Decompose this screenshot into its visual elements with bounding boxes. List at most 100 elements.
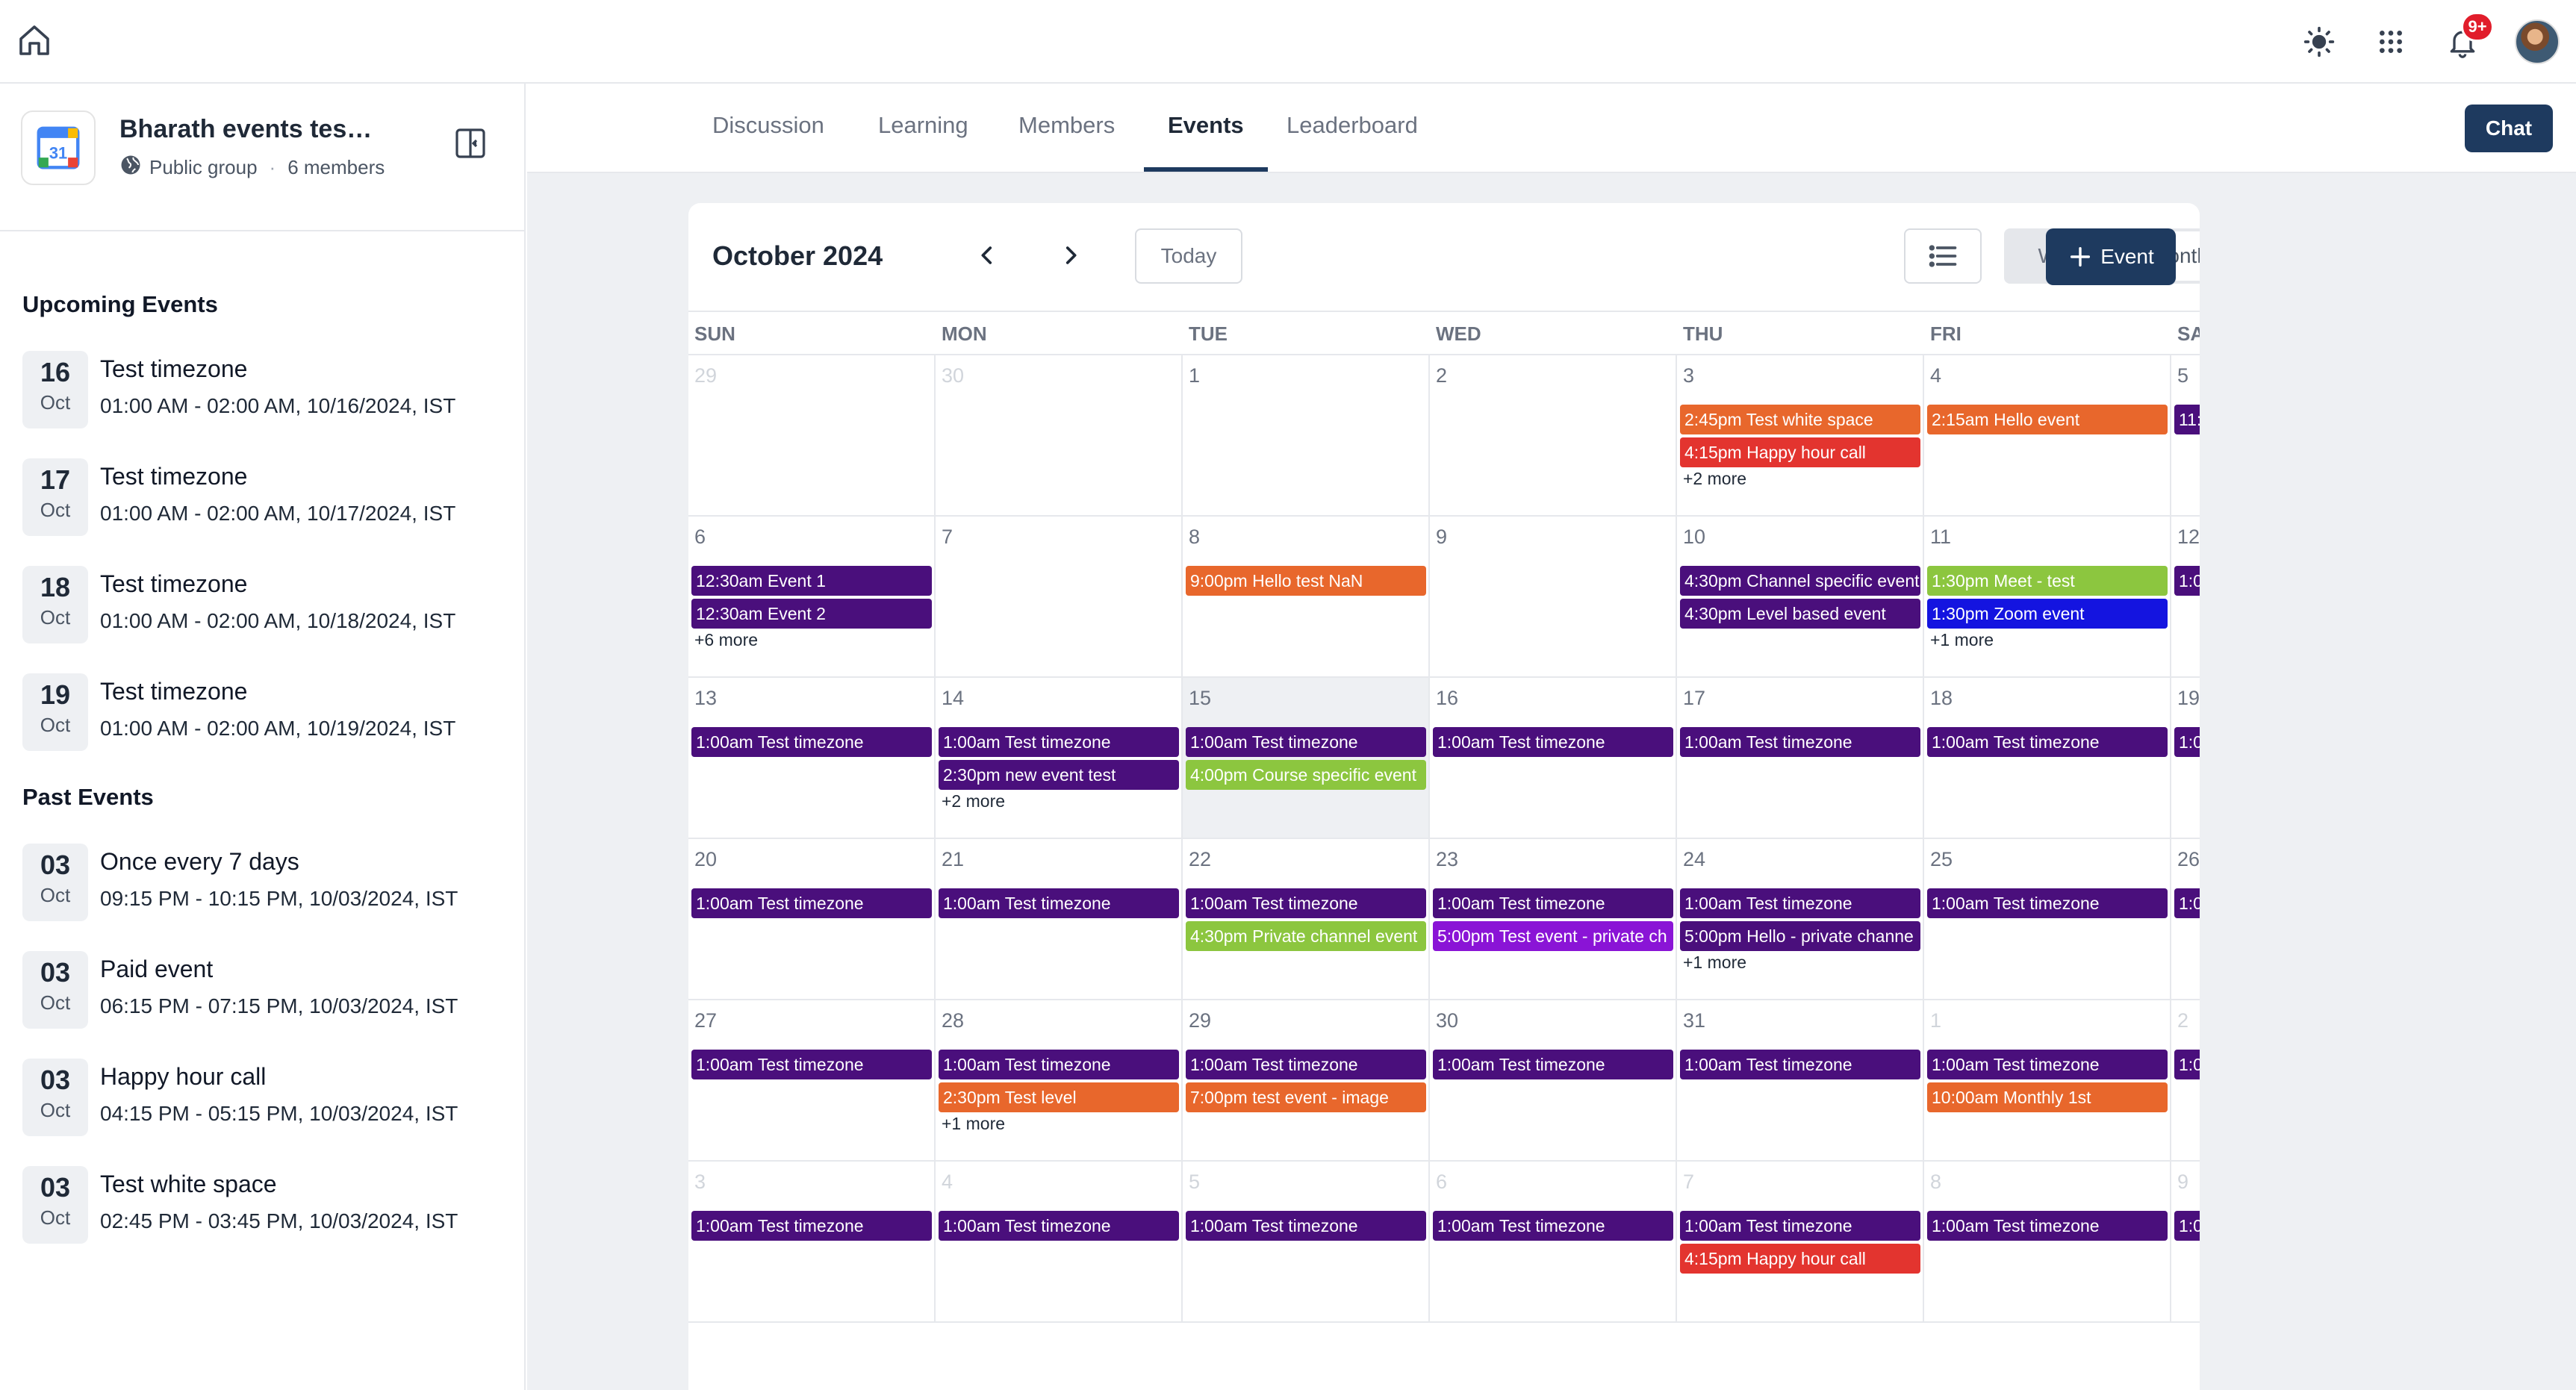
sidebar-event-item[interactable]: 19 Oct Test timezone 01:00 AM - 02:00 AM, 1… <box>22 673 515 755</box>
calendar-day-cell[interactable]: 8 9:00pm Hello test NaN <box>1183 517 1430 678</box>
more-events-link[interactable]: +1 more <box>942 1114 1005 1134</box>
calendar-event-chip[interactable]: 1:00am Test timezone <box>691 1211 932 1241</box>
sidebar-event-item[interactable]: 03 Oct Test white space 02:45 PM - 03:45 PM… <box>22 1166 515 1248</box>
calendar-day-cell[interactable]: 25 1:00am Test timezone <box>1924 839 2171 1000</box>
theme-toggle-sun-icon[interactable] <box>2300 22 2339 61</box>
tab-members[interactable]: Members <box>1018 112 1115 139</box>
calendar-day-cell[interactable]: 23 1:00am Test timezone 5:00pm Test event … <box>1430 839 1677 1000</box>
calendar-event-chip[interactable]: 1:00am Test timezone <box>1433 888 1673 918</box>
calendar-event-chip[interactable]: 1:00am Test timezone <box>939 1211 1179 1241</box>
calendar-event-chip[interactable]: 1:00am Test timezone <box>1186 1050 1426 1079</box>
calendar-event-chip[interactable]: 1:00am Test timezone <box>2174 566 2200 596</box>
calendar-day-cell[interactable]: 20 1:00am Test timezone <box>688 839 936 1000</box>
calendar-day-cell[interactable]: 1 1:00am Test timezone 10:00am Monthly 1st <box>1924 1000 2171 1162</box>
tab-events[interactable]: Events <box>1168 112 1244 139</box>
sidebar-event-item[interactable]: 17 Oct Test timezone 01:00 AM - 02:00 AM, 1… <box>22 458 515 540</box>
calendar-event-chip[interactable]: 4:30pm Private channel event <box>1186 921 1426 951</box>
calendar-event-chip[interactable]: 1:00am Test timezone <box>1680 1050 1920 1079</box>
calendar-day-cell[interactable]: 22 1:00am Test timezone 4:30pm Private cha… <box>1183 839 1430 1000</box>
calendar-day-cell[interactable]: 21 1:00am Test timezone <box>936 839 1183 1000</box>
calendar-event-chip[interactable]: 1:00am Test timezone <box>1186 727 1426 757</box>
tab-discussion[interactable]: Discussion <box>712 112 824 139</box>
calendar-event-chip[interactable]: 12:30am Event 2 <box>691 599 932 629</box>
chat-button[interactable]: Chat <box>2465 105 2553 152</box>
calendar-event-chip[interactable]: 5:00pm Test event - private ch <box>1433 921 1673 951</box>
calendar-event-chip[interactable]: 7:00pm test event - image <box>1186 1082 1426 1112</box>
calendar-day-cell[interactable]: 3 2:45pm Test white space 4:15pm Happy hou… <box>1677 355 1924 517</box>
calendar-event-chip[interactable]: 2:15am Hello event <box>1927 405 2168 434</box>
today-button[interactable]: Today <box>1135 228 1242 284</box>
calendar-day-cell[interactable]: 4 2:15am Hello event <box>1924 355 2171 517</box>
calendar-day-cell[interactable]: 10 4:30pm Channel specific event 4:30pm Le… <box>1677 517 1924 678</box>
calendar-event-chip[interactable]: 2:30pm Test level <box>939 1082 1179 1112</box>
calendar-event-chip[interactable]: 10:00am Monthly 1st <box>1927 1082 2168 1112</box>
sidebar-event-item[interactable]: 18 Oct Test timezone 01:00 AM - 02:00 AM, 1… <box>22 566 515 648</box>
more-events-link[interactable]: +2 more <box>1683 469 1746 489</box>
calendar-event-chip[interactable]: 1:00am Test timezone <box>939 888 1179 918</box>
calendar-event-chip[interactable]: 1:00am Test timezone <box>1433 1050 1673 1079</box>
calendar-event-chip[interactable]: 9:00pm Hello test NaN <box>1186 566 1426 596</box>
calendar-day-cell[interactable]: 9 1:00am Test timezone <box>2171 1162 2200 1323</box>
calendar-event-chip[interactable]: 4:15pm Happy hour call <box>1680 1244 1920 1274</box>
list-view-icon[interactable] <box>1904 228 1982 284</box>
calendar-event-chip[interactable]: 1:00am Test timezone <box>1186 1211 1426 1241</box>
add-event-button[interactable]: Event <box>2046 228 2176 285</box>
calendar-event-chip[interactable]: 1:00am Test timezone <box>2174 1211 2200 1241</box>
notification-bell-icon[interactable]: 9+ <box>2443 12 2494 61</box>
calendar-day-cell[interactable]: 8 1:00am Test timezone <box>1924 1162 2171 1323</box>
calendar-day-cell[interactable]: 12 1:00am Test timezone <box>2171 517 2200 678</box>
calendar-event-chip[interactable]: 1:00am Test timezone <box>1680 1211 1920 1241</box>
calendar-day-cell[interactable]: 1 <box>1183 355 1430 517</box>
calendar-day-cell[interactable]: 5 1:00am Test timezone <box>1183 1162 1430 1323</box>
calendar-day-cell[interactable]: 4 1:00am Test timezone <box>936 1162 1183 1323</box>
calendar-event-chip[interactable]: 1:00am Test timezone <box>1680 727 1920 757</box>
calendar-day-cell[interactable]: 26 1:00am Test timezone <box>2171 839 2200 1000</box>
home-icon[interactable] <box>16 22 52 58</box>
calendar-day-cell[interactable]: 13 1:00am Test timezone <box>688 678 936 839</box>
calendar-event-chip[interactable]: 1:00am Test timezone <box>1927 727 2168 757</box>
sidebar-event-item[interactable]: 03 Oct Once every 7 days 09:15 PM - 10:15 P… <box>22 844 515 926</box>
calendar-day-cell[interactable]: 3 1:00am Test timezone <box>688 1162 936 1323</box>
calendar-event-chip[interactable]: 1:00am Test timezone <box>939 727 1179 757</box>
calendar-event-chip[interactable]: 12:30am Event 1 <box>691 566 932 596</box>
calendar-day-cell[interactable]: 15 1:00am Test timezone 4:00pm Course spec… <box>1183 678 1430 839</box>
calendar-day-cell[interactable]: 6 12:30am Event 1 12:30am Event 2 +6 more <box>688 517 936 678</box>
tab-leaderboard[interactable]: Leaderboard <box>1287 112 1418 139</box>
calendar-event-chip[interactable]: 1:00am Test timezone <box>691 727 932 757</box>
calendar-event-chip[interactable]: 4:30pm Channel specific event <box>1680 566 1920 596</box>
calendar-event-chip[interactable]: 1:00am Test timezone <box>1680 888 1920 918</box>
calendar-day-cell[interactable]: 19 1:00am Test timezone <box>2171 678 2200 839</box>
calendar-day-cell[interactable]: 31 1:00am Test timezone <box>1677 1000 1924 1162</box>
calendar-event-chip[interactable]: 1:00am Test timezone <box>1433 727 1673 757</box>
group-member-count[interactable]: 6 members <box>287 156 385 179</box>
calendar-day-cell[interactable]: 7 <box>936 517 1183 678</box>
calendar-day-cell[interactable]: 28 1:00am Test timezone 2:30pm Test level +… <box>936 1000 1183 1162</box>
calendar-event-chip[interactable]: 2:30pm new event test <box>939 760 1179 790</box>
calendar-event-chip[interactable]: 4:00pm Course specific event <box>1186 760 1426 790</box>
calendar-day-cell[interactable]: 29 <box>688 355 936 517</box>
calendar-event-chip[interactable]: 2:45pm Test white space <box>1680 405 1920 434</box>
sidebar-event-item[interactable]: 03 Oct Paid event 06:15 PM - 07:15 PM, 10/0… <box>22 951 515 1033</box>
more-events-link[interactable]: +1 more <box>1683 953 1746 973</box>
calendar-event-chip[interactable]: 1:00am Test timezone <box>1927 1211 2168 1241</box>
sidebar-event-item[interactable]: 16 Oct Test timezone 01:00 AM - 02:00 AM, 1… <box>22 351 515 433</box>
calendar-event-chip[interactable]: 5:00pm Hello - private channe <box>1680 921 1920 951</box>
sidebar-event-item[interactable]: 03 Oct Happy hour call 04:15 PM - 05:15 PM,… <box>22 1059 515 1141</box>
calendar-day-cell[interactable]: 5 11:30pm Test event <box>2171 355 2200 517</box>
calendar-day-cell[interactable]: 2 <box>1430 355 1677 517</box>
calendar-event-chip[interactable]: 1:00am Test timezone <box>939 1050 1179 1079</box>
calendar-day-cell[interactable]: 11 1:30pm Meet - test 1:30pm Zoom event +1 … <box>1924 517 2171 678</box>
calendar-day-cell[interactable]: 9 <box>1430 517 1677 678</box>
more-events-link[interactable]: +2 more <box>942 791 1005 811</box>
next-month-chevron-icon[interactable] <box>1050 234 1092 276</box>
apps-grid-icon[interactable] <box>2371 22 2410 61</box>
calendar-event-chip[interactable]: 11:30pm Test event <box>2174 405 2200 434</box>
calendar-event-chip[interactable]: 1:00am Test timezone <box>2174 1050 2200 1079</box>
calendar-event-chip[interactable]: 1:00am Test timezone <box>691 1050 932 1079</box>
calendar-day-cell[interactable]: 30 <box>936 355 1183 517</box>
tab-learning[interactable]: Learning <box>878 112 968 139</box>
calendar-day-cell[interactable]: 18 1:00am Test timezone <box>1924 678 2171 839</box>
calendar-day-cell[interactable]: 14 1:00am Test timezone 2:30pm new event t… <box>936 678 1183 839</box>
calendar-day-cell[interactable]: 27 1:00am Test timezone <box>688 1000 936 1162</box>
calendar-event-chip[interactable]: 1:00am Test timezone <box>1186 888 1426 918</box>
